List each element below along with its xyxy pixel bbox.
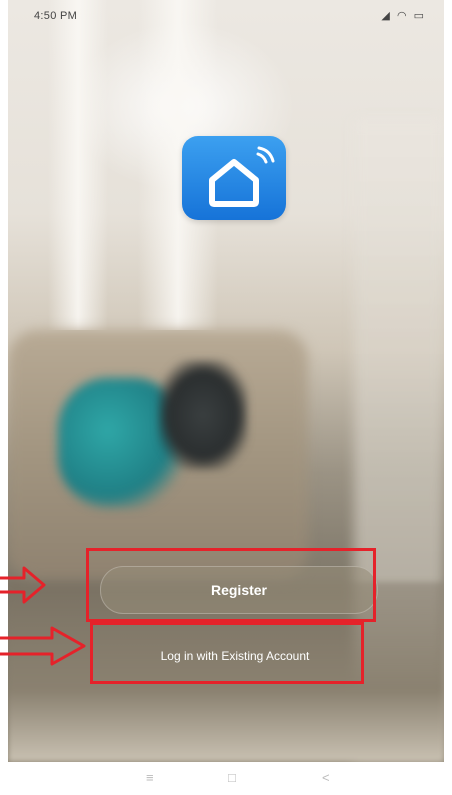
back-icon[interactable]: < <box>322 770 330 785</box>
status-time: 4:50 PM <box>34 10 78 22</box>
background-curtain <box>48 0 108 330</box>
menu-icon[interactable]: ≡ <box>146 770 154 785</box>
arrow-register-icon <box>0 566 46 604</box>
home-icon[interactable]: □ <box>228 770 236 785</box>
navigation-bar: ≡ □ < <box>0 762 452 795</box>
arrow-login-icon <box>0 626 86 666</box>
login-highlight-box <box>90 622 364 684</box>
status-bar: 4:50 PM ◢ ◠ ▭ <box>8 0 444 34</box>
register-highlight-box <box>86 548 376 622</box>
home-wifi-icon <box>182 136 286 220</box>
background-lamp <box>158 360 248 470</box>
status-icons: ◢ ◠ ▭ <box>381 10 426 22</box>
